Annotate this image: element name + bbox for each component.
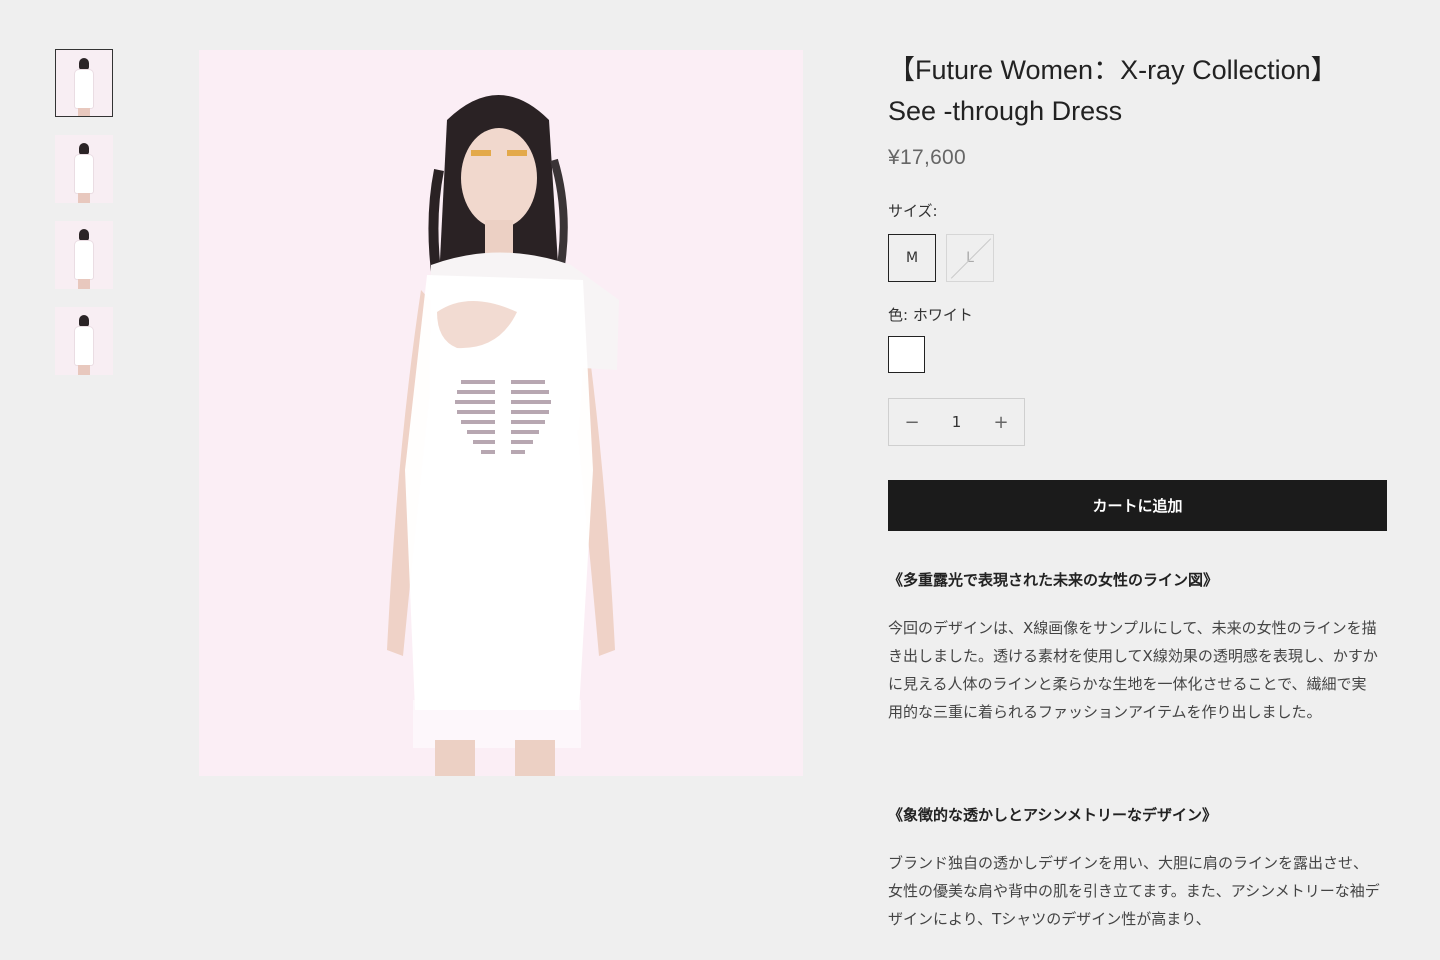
product-title: 【Future Women：X-ray Collection】 See -thr…	[888, 50, 1388, 132]
color-label: 色: ホワイト	[888, 306, 973, 324]
add-to-cart-button[interactable]: カートに追加	[888, 480, 1387, 531]
model-illustration	[199, 50, 803, 776]
description-heading-1: 《多重露光で表現された未来の女性のライン図》	[888, 571, 1219, 589]
thumbnail-figure	[72, 58, 96, 116]
size-option-m[interactable]: M	[888, 234, 936, 282]
quantity-input[interactable]	[936, 413, 977, 431]
thumbnail-1[interactable]	[55, 49, 113, 117]
thumbnail-2[interactable]	[55, 135, 113, 203]
thumbnail-figure	[72, 229, 96, 289]
product-info: 【Future Women：X-ray Collection】 See -thr…	[888, 50, 1388, 933]
thumbnail-4[interactable]	[55, 307, 113, 375]
quantity-decrease-button[interactable]: −	[903, 412, 921, 433]
color-swatch-white[interactable]	[888, 336, 925, 373]
description-body-1: 今回のデザインは、X線画像をサンプルにして、未来の女性のラインを描き出しました。…	[888, 619, 1378, 721]
quantity-increase-button[interactable]: +	[992, 412, 1010, 433]
quantity-stepper: − +	[888, 398, 1025, 446]
thumbnail-figure	[72, 315, 96, 375]
thumbnail-figure	[72, 143, 96, 203]
description-body-2: ブランド独自の透かしデザインを用い、大胆に肩のラインを露出させ、女性の優美な肩や…	[888, 854, 1380, 928]
title-line-2: See -through Dress	[888, 96, 1123, 126]
thumbnail-gallery	[55, 49, 115, 393]
size-option-l[interactable]: L	[946, 234, 994, 282]
title-line-1: 【Future Women：X-ray Collection】	[888, 55, 1338, 85]
description-heading-2: 《象徴的な透かしとアシンメトリーなデザイン》	[888, 806, 1217, 824]
thumbnail-3[interactable]	[55, 221, 113, 289]
size-label: サイズ:	[888, 202, 938, 220]
size-options: M L	[888, 234, 1388, 282]
main-product-image[interactable]	[199, 50, 803, 776]
product-price: ¥17,600	[888, 146, 967, 169]
